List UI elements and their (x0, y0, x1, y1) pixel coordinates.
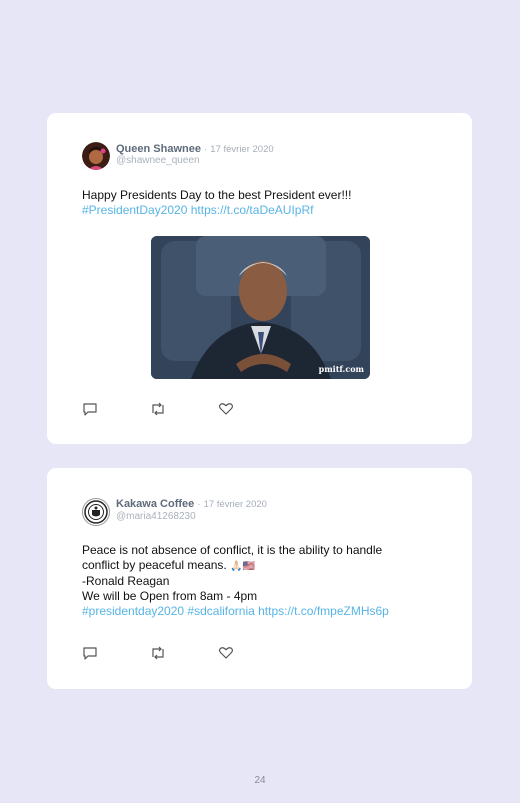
tweet-media-image[interactable]: pmitf.com (151, 236, 370, 379)
tweet-links[interactable]: #PresidentDay2020 https://t.co/taDeAUIpR… (82, 203, 432, 218)
emoji: 🙏🏻🇺🇸 (230, 561, 255, 572)
tweet-actions (82, 646, 242, 660)
tweet-text-line: Peace is not absence of conflict, it is … (82, 543, 383, 557)
media-watermark: pmitf.com (318, 364, 364, 374)
reply-icon[interactable] (82, 402, 98, 416)
tweet-date[interactable]: 17 février 2020 (210, 144, 273, 155)
retweet-icon[interactable] (150, 646, 166, 660)
tweet-text: Peace is not absence of conflict, it is … (82, 543, 432, 619)
reply-icon[interactable] (82, 646, 98, 660)
retweet-icon[interactable] (150, 402, 166, 416)
separator: · (197, 499, 201, 510)
author-handle[interactable]: @maria41268230 (116, 511, 196, 522)
tweet-text-line: conflict by peaceful means. (82, 558, 227, 572)
page-number: 24 (254, 775, 266, 786)
tweet-card: Queen Shawnee · 17 février 2020 @shawnee… (47, 113, 472, 444)
author-name[interactable]: Kakawa Coffee (116, 498, 194, 510)
avatar[interactable] (82, 498, 110, 526)
tweet-text-line: -Ronald Reagan (82, 574, 170, 588)
tweet-links[interactable]: #presidentday2020 #sdcalifornia https://… (82, 604, 432, 619)
tweet-text: Happy Presidents Day to the best Preside… (82, 188, 432, 218)
author-name[interactable]: Queen Shawnee (116, 143, 201, 155)
separator: · (204, 144, 208, 155)
tweet-text-line: Happy Presidents Day to the best Preside… (82, 188, 352, 202)
avatar[interactable] (82, 142, 110, 170)
like-icon[interactable] (218, 402, 234, 416)
tweet-header: Kakawa Coffee · 17 février 2020 (116, 498, 267, 511)
like-icon[interactable] (218, 646, 234, 660)
tweet-actions (82, 402, 242, 416)
tweet-text-line: We will be Open from 8am - 4pm (82, 589, 258, 603)
tweet-card: Kakawa Coffee · 17 février 2020 @maria41… (47, 468, 472, 689)
author-handle[interactable]: @shawnee_queen (116, 155, 200, 166)
tweet-date[interactable]: 17 février 2020 (204, 499, 267, 510)
